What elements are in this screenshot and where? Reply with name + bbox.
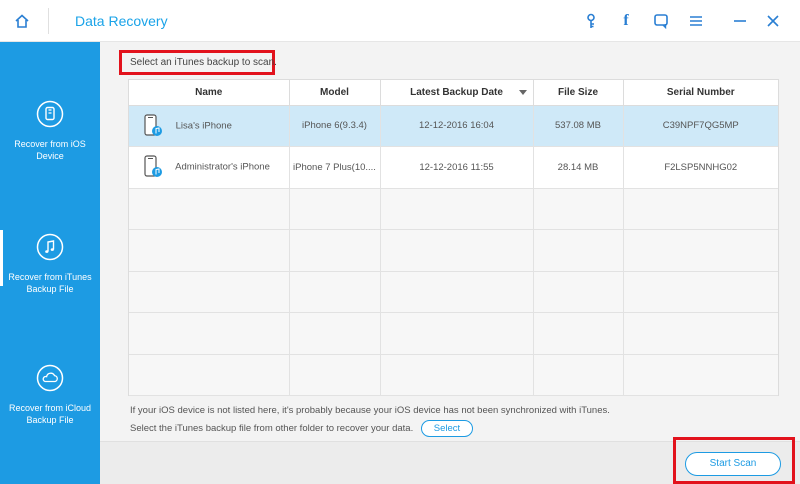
- sort-desc-icon: [518, 90, 527, 95]
- column-header-serial[interactable]: Serial Number: [623, 80, 778, 106]
- empty-row: [129, 271, 778, 313]
- facebook-icon: f: [623, 12, 629, 29]
- iphone-backup-icon: [144, 155, 162, 178]
- cell-serial: F2LSP5NNHG02: [623, 146, 778, 189]
- empty-row: [129, 312, 778, 355]
- cell-size: 537.08 MB: [533, 105, 624, 147]
- sidebar-item-label: Recover from iOS Device: [14, 139, 86, 161]
- icloud-icon: [36, 364, 64, 392]
- sidebar-item-itunes-backup[interactable]: Recover from iTunes Backup File: [0, 233, 100, 295]
- sidebar-item-label: Recover from iTunes Backup File: [8, 272, 92, 294]
- cell-serial: C39NPF7QG5MP: [623, 105, 778, 147]
- cell-model: iPhone 7 Plus(10....: [289, 146, 381, 189]
- empty-row: [129, 188, 778, 230]
- close-icon: [767, 15, 779, 27]
- app-title: Data Recovery: [75, 13, 168, 29]
- instruction-text: Select an iTunes backup to scan.: [130, 57, 277, 68]
- sidebar-item-label: Recover from iCloud Backup File: [8, 403, 92, 425]
- key-icon: [587, 13, 595, 28]
- cell-name: Lisa's iPhone: [129, 105, 290, 147]
- empty-row: [129, 229, 778, 272]
- column-header-size[interactable]: File Size: [533, 80, 624, 106]
- instruction-highlight: Select an iTunes backup to scan.: [119, 50, 277, 75]
- backup-table: Name Model Latest Backup Date File Size …: [128, 79, 779, 396]
- sidebar: Recover from iOS Device Recover from iTu…: [0, 42, 100, 484]
- menu-icon: [690, 16, 702, 26]
- iphone-backup-icon: [144, 114, 162, 136]
- select-button[interactable]: Select: [421, 420, 473, 437]
- cell-date: 12-12-2016 16:04: [380, 105, 534, 147]
- device-name: Lisa's iPhone: [175, 120, 232, 132]
- cell-model: iPhone 6(9.3.4): [289, 105, 381, 147]
- device-name: Administrator's iPhone: [175, 161, 270, 173]
- itunes-icon: [36, 233, 64, 261]
- home-icon: [15, 14, 29, 28]
- sidebar-item-ios-device[interactable]: Recover from iOS Device: [0, 100, 100, 162]
- menu-button[interactable]: [685, 10, 707, 32]
- title-bar: Data Recovery f: [0, 0, 800, 42]
- close-button[interactable]: [762, 10, 784, 32]
- cell-size: 28.14 MB: [533, 146, 624, 189]
- ios-device-icon: [36, 100, 64, 128]
- facebook-button[interactable]: f: [615, 10, 637, 32]
- cell-date: 12-12-2016 11:55: [380, 146, 534, 189]
- select-folder-note: Select the iTunes backup file from other…: [130, 423, 414, 434]
- minimize-button[interactable]: [729, 10, 751, 32]
- column-header-name[interactable]: Name: [129, 80, 290, 106]
- table-row[interactable]: Administrator's iPhone iPhone 7 Plus(10.…: [129, 146, 778, 189]
- column-header-model[interactable]: Model: [289, 80, 381, 106]
- minimize-icon: [734, 20, 746, 22]
- column-header-date[interactable]: Latest Backup Date: [380, 80, 534, 106]
- home-button[interactable]: [0, 0, 44, 42]
- cell-name: Administrator's iPhone: [129, 146, 290, 189]
- start-scan-button[interactable]: Start Scan: [685, 452, 781, 476]
- app-window: Data Recovery f Recover from iOS Device …: [0, 0, 800, 484]
- table-row[interactable]: Lisa's iPhone iPhone 6(9.3.4) 12-12-2016…: [129, 105, 778, 147]
- feedback-button[interactable]: [650, 10, 672, 32]
- not-listed-note: If your iOS device is not listed here, i…: [130, 405, 610, 416]
- title-separator: [48, 8, 49, 34]
- feedback-icon: [654, 14, 668, 29]
- empty-row: [129, 354, 778, 396]
- table-header-row: Name Model Latest Backup Date File Size …: [129, 80, 778, 106]
- column-header-label: Latest Backup Date: [410, 86, 503, 98]
- register-key-button[interactable]: [580, 10, 602, 32]
- sidebar-item-icloud-backup[interactable]: Recover from iCloud Backup File: [0, 364, 100, 426]
